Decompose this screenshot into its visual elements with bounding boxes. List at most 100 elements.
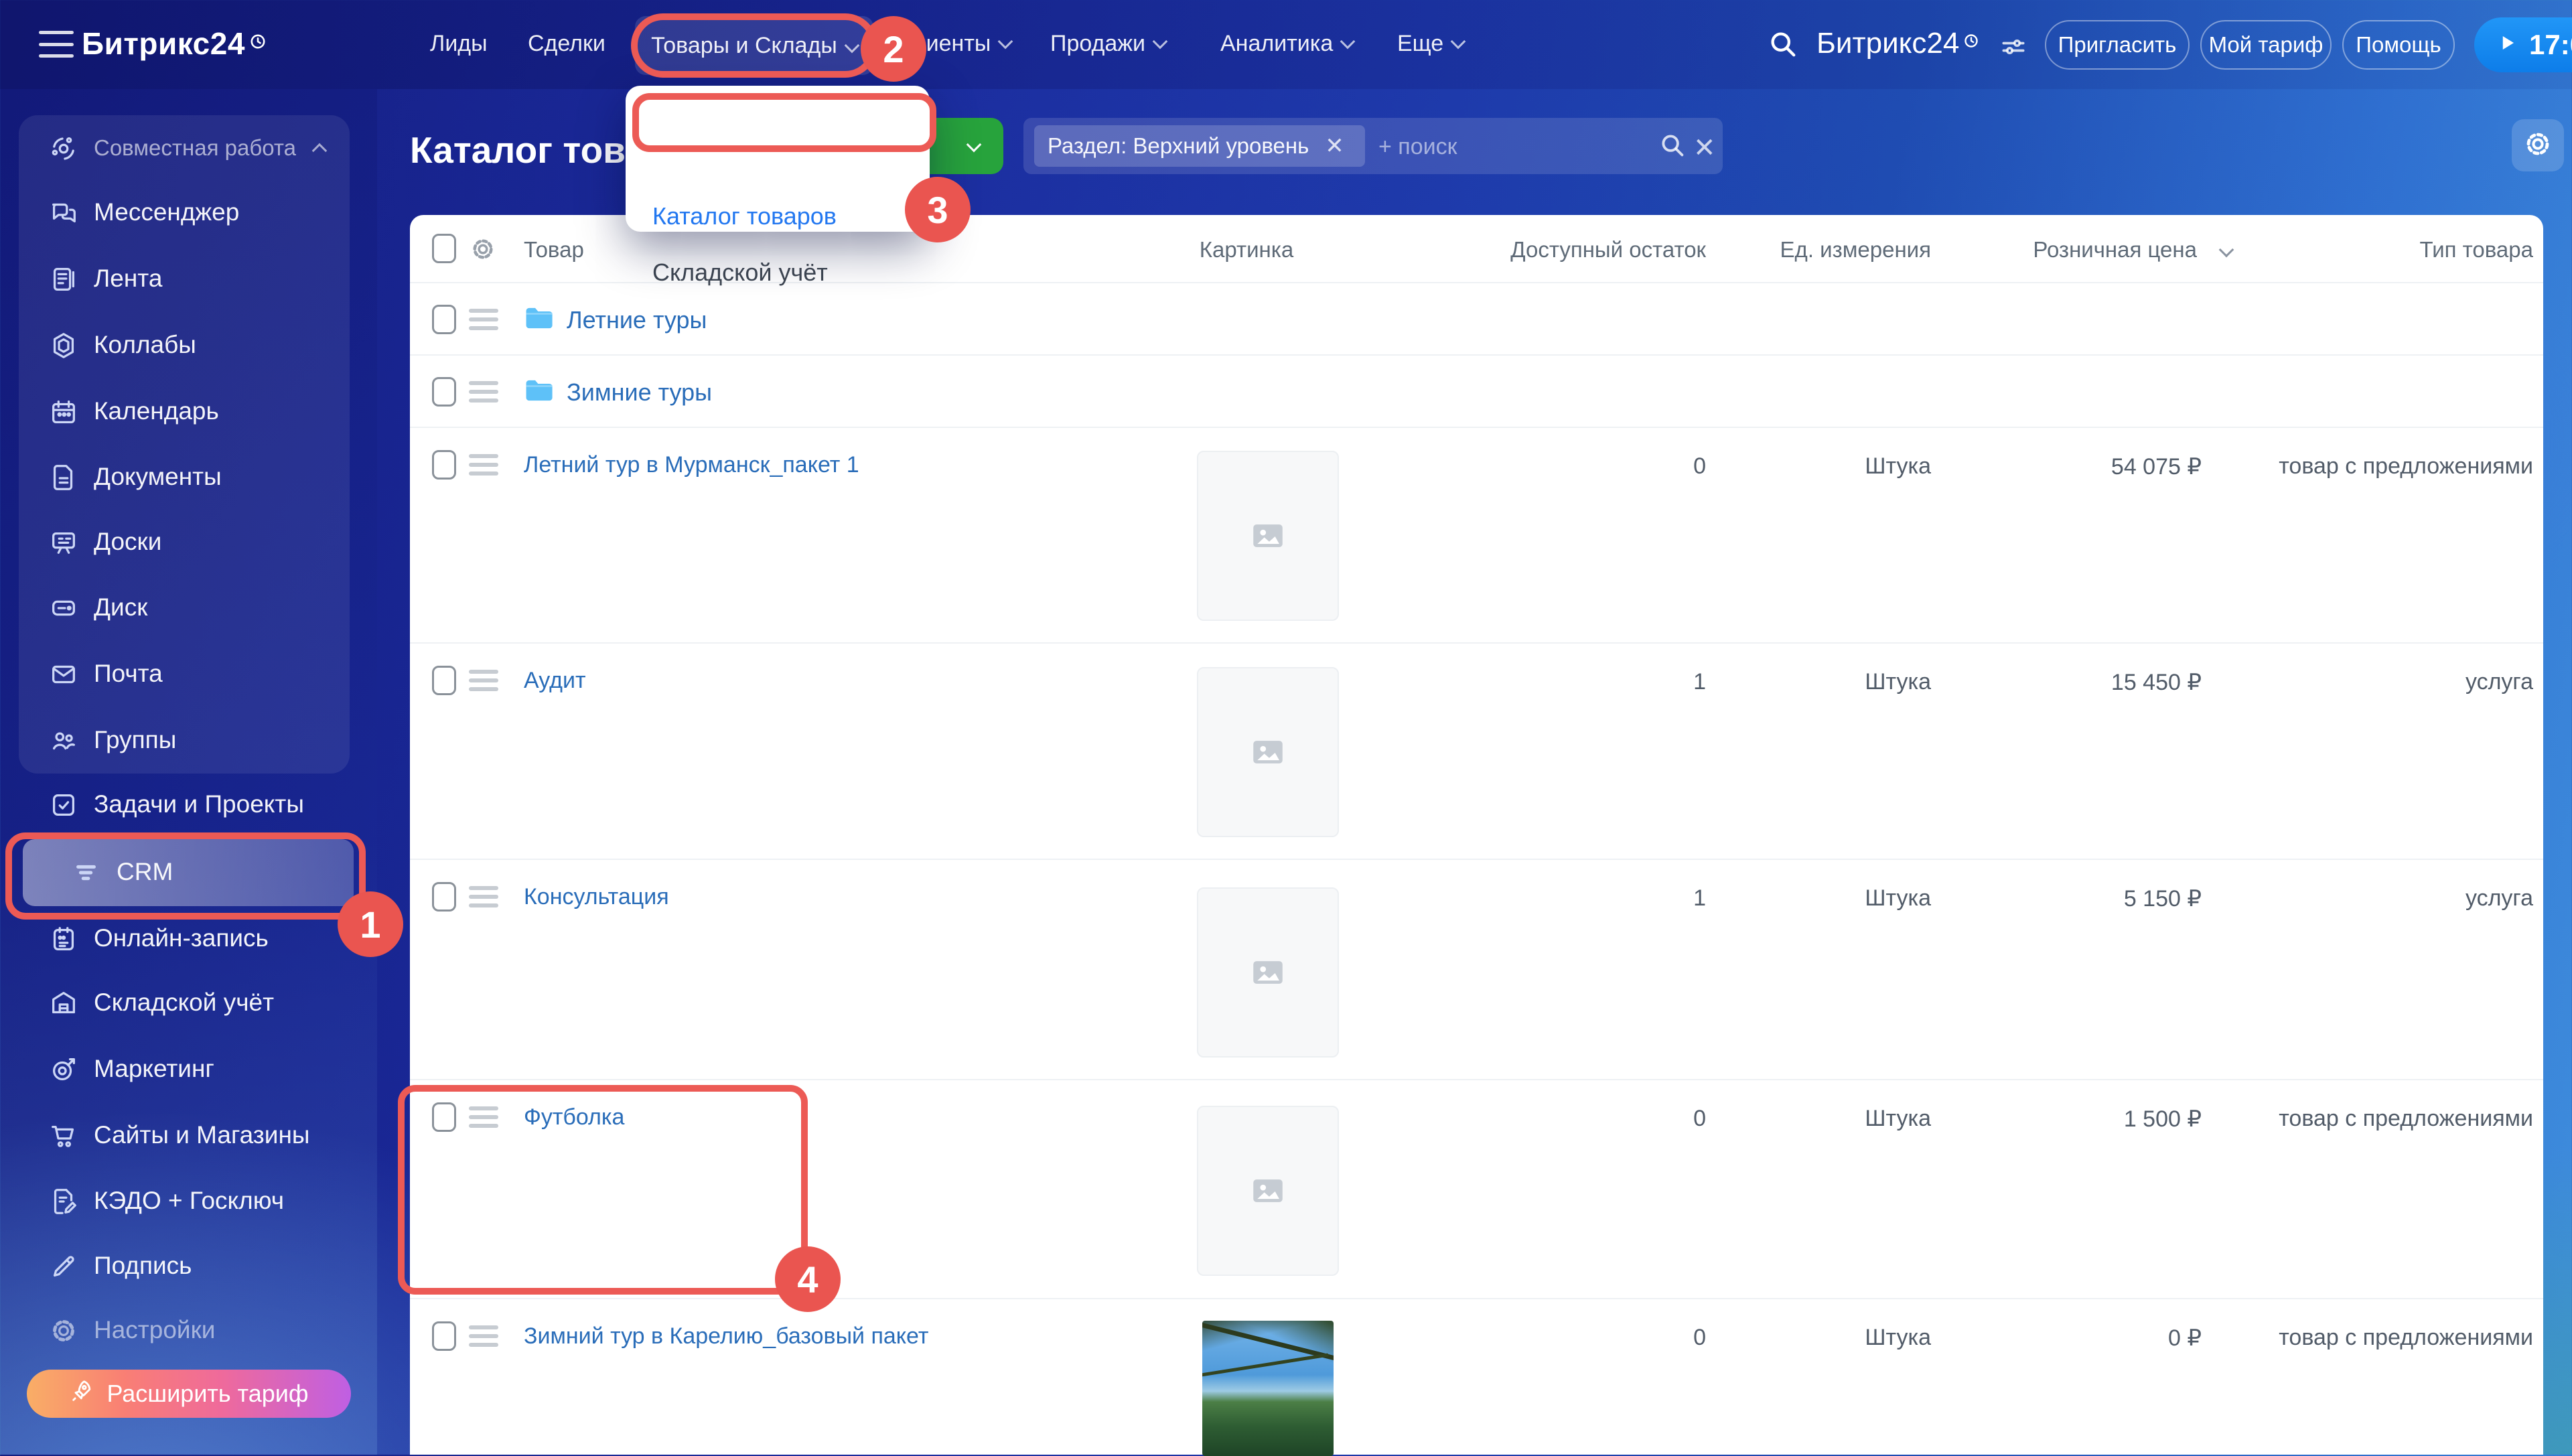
filter-search-bar[interactable]: Раздел: Верхний уровень ✕ + поиск ✕	[1023, 118, 1723, 174]
product-image-placeholder	[1197, 451, 1339, 621]
product-image-placeholder	[1197, 887, 1339, 1058]
table-row-product[interactable]: Аудит 1 Штука 15 450 ₽ услуга	[410, 642, 2543, 860]
cell-unit: Штука	[1797, 453, 1931, 480]
clock-icon	[1963, 33, 1979, 52]
board-icon	[48, 527, 79, 558]
row-checkbox[interactable]	[432, 666, 456, 695]
upgrade-plan-button[interactable]: Расширить тариф	[27, 1370, 351, 1418]
select-all-checkbox[interactable]	[432, 234, 456, 263]
nav-item-deals[interactable]: Сделки	[528, 31, 605, 57]
drag-handle-icon[interactable]	[469, 381, 498, 403]
nav-item-sales[interactable]: Продажи	[1050, 31, 1165, 57]
col-type[interactable]: Тип товара	[2264, 237, 2533, 263]
sidebar-item-collabs[interactable]: Коллабы	[0, 313, 377, 378]
chevron-down-icon	[998, 34, 1013, 50]
col-price[interactable]: Розничная цена	[1932, 237, 2197, 263]
sidebar-item-disk[interactable]: Диск	[0, 575, 377, 641]
collaboration-icon	[48, 133, 79, 164]
row-checkbox[interactable]	[432, 305, 456, 334]
sidebar-item-kedo[interactable]: КЭДО + Госключ	[0, 1169, 377, 1234]
annotation-box-step2	[631, 13, 877, 78]
row-checkbox[interactable]	[432, 882, 456, 912]
folder-icon	[521, 373, 556, 411]
sidebar-item-sites[interactable]: Сайты и Магазины	[0, 1103, 377, 1169]
annotation-step-4: 4	[775, 1246, 841, 1312]
gear-icon	[48, 1315, 79, 1346]
row-checkbox[interactable]	[432, 1321, 456, 1351]
folder-link[interactable]: Летние туры	[567, 306, 707, 334]
collapse-icon[interactable]	[312, 143, 328, 159]
invite-button[interactable]: Пригласить	[2045, 20, 2190, 70]
cell-unit: Штука	[1797, 669, 1931, 695]
image-icon	[1248, 953, 1287, 992]
timer-value: 17:02	[2529, 29, 2572, 61]
sidebar-item-tasks[interactable]: Задачи и Проекты	[0, 772, 377, 838]
product-link[interactable]: Консультация	[524, 884, 669, 910]
col-unit[interactable]: Ед. измерения	[1663, 237, 1931, 263]
drag-handle-icon[interactable]	[469, 1325, 498, 1347]
sidebar-item-mail[interactable]: Почта	[0, 642, 377, 707]
sidebar-item-calendar[interactable]: Календарь	[0, 379, 377, 445]
timer-button[interactable]: 17:02	[2474, 17, 2572, 72]
sidebar-item-feed[interactable]: Лента	[0, 246, 377, 312]
product-link[interactable]: Зимний тур в Карелию_базовый пакет	[524, 1323, 928, 1350]
image-icon	[1248, 733, 1287, 772]
portal-settings-icon[interactable]	[1999, 32, 2028, 65]
cell-unit: Штука	[1797, 1325, 1931, 1351]
menu-icon[interactable]	[39, 31, 74, 58]
cell-price: 15 450 ₽	[2009, 669, 2202, 696]
help-button[interactable]: Помощь	[2342, 20, 2455, 70]
table-row-product[interactable]: Летний тур в Мурманск_пакет 1 0 Штука 54…	[410, 427, 2543, 644]
sidebar-item-inventory[interactable]: Складской учёт	[0, 970, 377, 1036]
annotation-box-step4	[398, 1085, 808, 1295]
col-product[interactable]: Товар	[524, 237, 584, 263]
sidebar-item-boards[interactable]: Доски	[0, 510, 377, 575]
messenger-icon	[48, 198, 79, 228]
people-icon	[48, 725, 79, 756]
cell-unit: Штука	[1797, 1106, 1931, 1132]
drag-handle-icon[interactable]	[469, 309, 498, 330]
search-icon[interactable]	[1657, 130, 1688, 164]
warehouse-icon	[48, 988, 79, 1019]
folder-link[interactable]: Зимние туры	[567, 378, 712, 407]
drag-handle-icon[interactable]	[469, 886, 498, 907]
search-icon[interactable]	[1766, 27, 1800, 65]
portal-name[interactable]: Битрикс24	[1816, 27, 1959, 60]
target-icon	[48, 1054, 79, 1085]
table-row-folder[interactable]: Зимние туры	[410, 354, 2543, 428]
menu-item-warehouse[interactable]: Складской учёт	[652, 259, 828, 287]
table-row-product[interactable]: Консультация 1 Штука 5 150 ₽ услуга	[410, 859, 2543, 1080]
nav-item-more[interactable]: Еще	[1397, 31, 1463, 57]
sidebar-item-sign[interactable]: Подпись	[0, 1234, 377, 1299]
row-checkbox[interactable]	[432, 450, 456, 480]
play-icon	[2497, 29, 2517, 61]
sidebar-item-settings[interactable]: Настройки	[0, 1298, 377, 1364]
my-plan-button[interactable]: Мой тариф	[2200, 20, 2332, 70]
remove-filter-icon[interactable]: ✕	[1325, 133, 1344, 159]
product-link[interactable]: Аудит	[524, 668, 586, 694]
columns-settings-icon[interactable]	[469, 235, 497, 267]
sidebar-group-header[interactable]: Совместная работа	[0, 119, 377, 179]
table-row-product[interactable]: Зимний тур в Карелию_базовый пакет 0 Шту…	[410, 1298, 2543, 1456]
nav-item-leads[interactable]: Лиды	[430, 31, 488, 57]
app-logo[interactable]: Битрикс24	[82, 26, 245, 61]
menu-item-catalog[interactable]: Каталог товаров	[652, 202, 837, 230]
cart-icon	[48, 1120, 79, 1151]
sidebar-item-groups[interactable]: Группы	[0, 708, 377, 774]
sidebar-item-marketing[interactable]: Маркетинг	[0, 1037, 377, 1102]
feed-icon	[48, 264, 79, 295]
product-link[interactable]: Летний тур в Мурманск_пакет 1	[524, 452, 859, 478]
filter-chip[interactable]: Раздел: Верхний уровень ✕	[1034, 125, 1365, 167]
clear-search-icon[interactable]: ✕	[1693, 133, 1716, 163]
nav-item-analytics[interactable]: Аналитика	[1220, 31, 1353, 57]
sidebar-item-documents[interactable]: Документы	[0, 445, 377, 510]
sidebar-item-messenger[interactable]: Мессенджер	[0, 180, 377, 246]
pen-icon	[48, 1251, 79, 1282]
drag-handle-icon[interactable]	[469, 670, 498, 691]
drag-handle-icon[interactable]	[469, 454, 498, 476]
grid-settings-button[interactable]	[2512, 119, 2564, 171]
row-checkbox[interactable]	[432, 377, 456, 407]
col-picture[interactable]: Картинка	[1180, 237, 1313, 263]
table-row-folder[interactable]: Летние туры	[410, 282, 2543, 356]
sort-icon[interactable]	[2219, 242, 2234, 258]
